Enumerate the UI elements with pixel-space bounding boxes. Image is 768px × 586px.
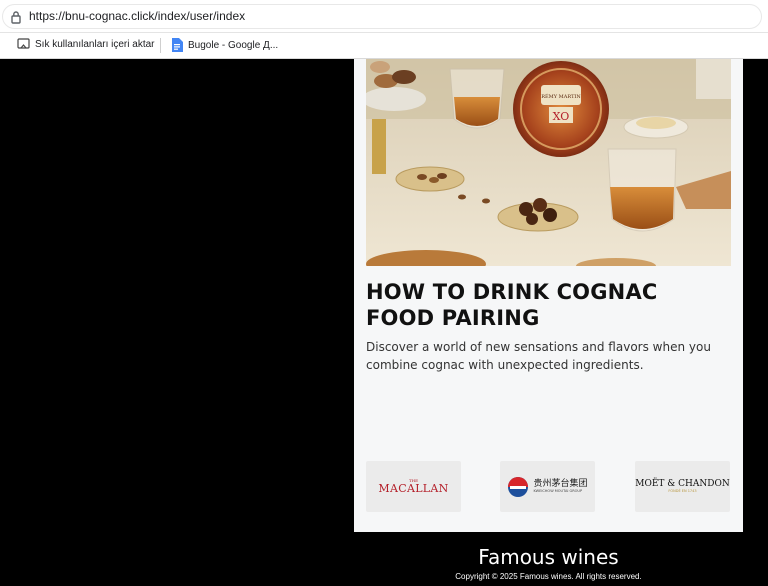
article-title: HOW TO DRINK COGNAC FOOD PAIRING bbox=[366, 280, 658, 330]
partner-logo-moet-chandon[interactable]: MOËT & CHANDON FONDÉ EN 1743 bbox=[635, 461, 730, 512]
moutai-small-text: KWEICHOW MOUTAI GROUP bbox=[533, 488, 583, 493]
bookmark-import[interactable]: Sık kullanılanları içeri aktar bbox=[17, 38, 155, 50]
url-text: https://bnu-cognac.click/index/user/inde… bbox=[29, 9, 246, 23]
article-card: RÉMY MARTIN XO HOW TO DRINK COGNAC FOOD … bbox=[354, 59, 743, 532]
article-description: Discover a world of new sensations and f… bbox=[366, 340, 711, 372]
moet-small-text: FONDÉ EN 1743 bbox=[668, 488, 697, 493]
svg-text:RÉMY MARTIN: RÉMY MARTIN bbox=[541, 92, 581, 100]
macallan-name: MACALLAN bbox=[378, 482, 449, 495]
google-docs-icon bbox=[172, 38, 183, 52]
url-field[interactable]: https://bnu-cognac.click/index/user/inde… bbox=[2, 4, 762, 29]
bookmark-separator bbox=[160, 38, 161, 53]
cognac-pairing-photo: RÉMY MARTIN XO bbox=[366, 59, 731, 266]
partner-logo-moutai[interactable]: 贵州茅台集团 KWEICHOW MOUTAI GROUP bbox=[500, 461, 595, 512]
import-bookmarks-icon bbox=[17, 38, 30, 49]
partner-logo-macallan[interactable]: THE MACALLAN bbox=[366, 461, 461, 512]
bookmarks-bar: Sık kullanılanları içeri aktar Bugole - … bbox=[0, 33, 768, 59]
moutai-emblem-icon bbox=[508, 476, 529, 497]
svg-text:XO: XO bbox=[553, 110, 570, 123]
bookmark-google-docs[interactable]: Bugole - Google Д... bbox=[171, 38, 278, 52]
bookmark-import-label: Sık kullanılanları içeri aktar bbox=[35, 38, 155, 50]
footer-copyright: Copyright © 2025 Famous wines. All right… bbox=[455, 572, 642, 581]
lock-icon bbox=[11, 11, 21, 24]
address-bar: https://bnu-cognac.click/index/user/inde… bbox=[0, 0, 768, 33]
footer-title: Famous wines bbox=[478, 545, 619, 569]
bookmark-google-docs-label: Bugole - Google Д... bbox=[188, 39, 279, 51]
hero-image[interactable]: RÉMY MARTIN XO bbox=[366, 59, 731, 266]
